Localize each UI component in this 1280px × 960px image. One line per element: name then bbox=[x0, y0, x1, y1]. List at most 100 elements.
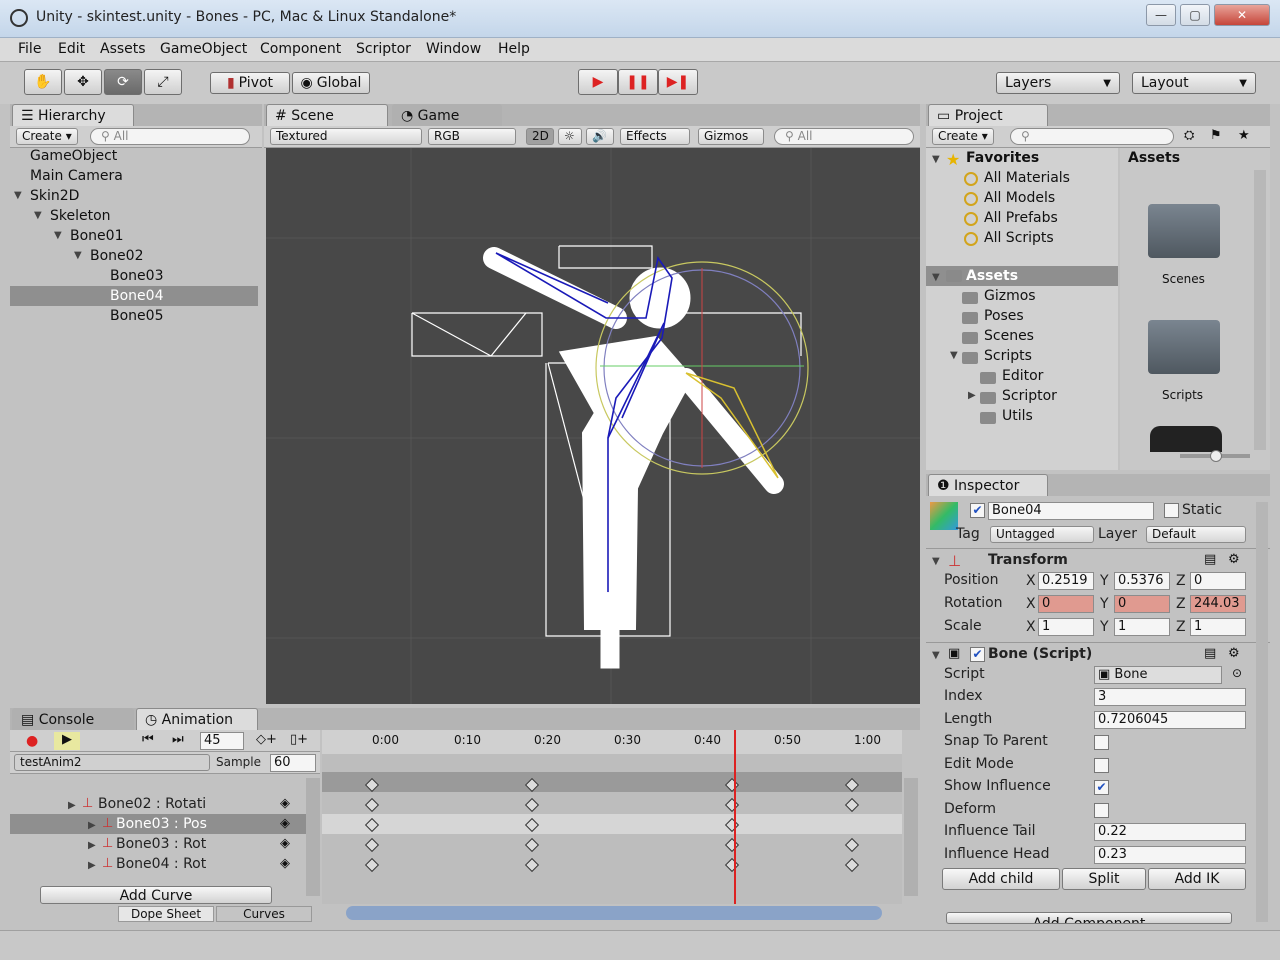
keyframe[interactable] bbox=[844, 797, 860, 813]
close-button[interactable]: ✕ bbox=[1214, 4, 1270, 26]
hierarchy-item[interactable]: Skeleton bbox=[50, 206, 111, 226]
layout-dropdown[interactable]: Layout ▼ bbox=[1132, 72, 1256, 94]
static-checkbox[interactable] bbox=[1164, 503, 1179, 518]
expand-arrow-icon[interactable]: ▶ bbox=[88, 840, 96, 851]
length-field[interactable]: 0.7206045 bbox=[1094, 711, 1246, 729]
tab-game[interactable]: ◔ Game bbox=[392, 104, 502, 126]
track-label-selected[interactable]: Bone03 : Pos bbox=[116, 816, 207, 832]
deform-checkbox[interactable] bbox=[1094, 803, 1109, 818]
dope-sheet-area[interactable] bbox=[322, 754, 902, 904]
add-keyframe-icon[interactable]: ◇+ bbox=[256, 732, 277, 747]
rotation-y-field[interactable]: 0 bbox=[1114, 595, 1170, 613]
rotate-tool-button[interactable]: ⟳ bbox=[104, 69, 142, 95]
scene-viewport[interactable] bbox=[266, 148, 920, 704]
hierarchy-item-selected[interactable]: Bone04 bbox=[110, 286, 163, 306]
position-x-field[interactable]: 0.2519 bbox=[1038, 572, 1094, 590]
hierarchy-item[interactable]: Bone02 bbox=[90, 246, 143, 266]
minimize-button[interactable]: — bbox=[1146, 4, 1176, 26]
rotation-z-field[interactable]: 244.03 bbox=[1190, 595, 1246, 613]
position-y-field[interactable]: 0.5376 bbox=[1114, 572, 1170, 590]
keyframe[interactable] bbox=[724, 837, 740, 853]
project-create-dropdown[interactable]: Create ▾ bbox=[932, 128, 994, 145]
index-field[interactable]: 3 bbox=[1094, 688, 1246, 706]
name-field[interactable]: Bone04 bbox=[988, 502, 1154, 520]
menu-component[interactable]: Component bbox=[260, 41, 341, 57]
sample-field[interactable]: 60 bbox=[270, 754, 316, 772]
layer-dropdown[interactable]: Default bbox=[1146, 526, 1246, 543]
keyframe[interactable] bbox=[524, 837, 540, 853]
expand-arrow-icon[interactable]: ▶ bbox=[968, 390, 976, 401]
frame-field[interactable]: 45 bbox=[200, 732, 244, 750]
tab-inspector[interactable]: ❶ Inspector bbox=[928, 474, 1048, 496]
keyframe[interactable] bbox=[844, 857, 860, 873]
hierarchy-item[interactable]: Main Camera bbox=[30, 166, 123, 186]
favorites-label[interactable]: Favorites bbox=[966, 148, 1039, 168]
edit-mode-checkbox[interactable] bbox=[1094, 758, 1109, 773]
keyframe[interactable] bbox=[724, 797, 740, 813]
folder-item[interactable]: Scripts bbox=[984, 346, 1032, 366]
tab-scene[interactable]: # Scene bbox=[266, 104, 388, 126]
expand-arrow-icon[interactable]: ▼ bbox=[14, 190, 22, 201]
hierarchy-item[interactable]: Bone01 bbox=[70, 226, 123, 246]
breadcrumb[interactable]: Assets bbox=[1128, 150, 1180, 166]
tab-animation[interactable]: ◷ Animation bbox=[136, 708, 258, 730]
favorite-item[interactable]: All Scripts bbox=[984, 228, 1054, 248]
folder-item[interactable]: Scenes bbox=[984, 326, 1034, 346]
asset-thumbnail[interactable] bbox=[1150, 426, 1222, 452]
grid-item-label[interactable]: Scenes bbox=[1162, 272, 1205, 286]
tag-icon[interactable]: ⚑ bbox=[1210, 128, 1222, 143]
bone-enabled-checkbox[interactable]: ✔ bbox=[970, 647, 985, 662]
keyframe[interactable] bbox=[524, 797, 540, 813]
effects-dropdown[interactable]: Effects bbox=[620, 128, 690, 145]
expand-arrow-icon[interactable]: ▼ bbox=[932, 556, 940, 567]
tab-project[interactable]: ▭ Project bbox=[928, 104, 1048, 126]
keyframe[interactable] bbox=[364, 837, 380, 853]
help-book-icon[interactable]: ▤ bbox=[1204, 646, 1216, 661]
record-button[interactable]: ● bbox=[26, 733, 38, 749]
menu-gameobject[interactable]: GameObject bbox=[160, 41, 247, 57]
folder-item[interactable]: Editor bbox=[1002, 366, 1043, 386]
move-tool-button[interactable]: ✥ bbox=[64, 69, 102, 95]
track-label[interactable]: Bone03 : Rot bbox=[116, 836, 206, 852]
favorite-item[interactable]: All Materials bbox=[984, 168, 1070, 188]
script-field[interactable]: ▣ Bone bbox=[1094, 666, 1222, 684]
folder-item[interactable]: Poses bbox=[984, 306, 1024, 326]
keyframe[interactable] bbox=[364, 857, 380, 873]
keyframe-toggle-icon[interactable]: ◈ bbox=[280, 796, 290, 811]
step-button[interactable]: ▶❚ bbox=[658, 69, 698, 95]
scale-x-field[interactable]: 1 bbox=[1038, 618, 1094, 636]
split-button[interactable]: Split bbox=[1062, 868, 1146, 890]
favorite-item[interactable]: All Prefabs bbox=[984, 208, 1058, 228]
pivot-toggle[interactable]: ▮ Pivot bbox=[210, 72, 290, 94]
render-mode-dropdown[interactable]: RGB bbox=[428, 128, 516, 145]
dope-sheet-tab[interactable]: Dope Sheet bbox=[118, 906, 214, 922]
scale-y-field[interactable]: 1 bbox=[1114, 618, 1170, 636]
global-toggle[interactable]: ◉ Global bbox=[292, 72, 370, 94]
tab-console[interactable]: ▤ Console bbox=[12, 708, 134, 730]
project-scrollbar[interactable] bbox=[1254, 170, 1266, 450]
influence-head-field[interactable]: 0.23 bbox=[1094, 846, 1246, 864]
2d-toggle[interactable]: 2D bbox=[526, 128, 554, 145]
favorite-item[interactable]: All Models bbox=[984, 188, 1055, 208]
expand-arrow-icon[interactable]: ▼ bbox=[54, 230, 62, 241]
expand-arrow-icon[interactable]: ▼ bbox=[74, 250, 82, 261]
expand-arrow-icon[interactable]: ▼ bbox=[950, 350, 958, 361]
keyframe[interactable] bbox=[844, 837, 860, 853]
preview-play-button[interactable]: ▶ bbox=[54, 732, 80, 750]
clip-dropdown[interactable]: testAnim2 bbox=[14, 754, 210, 771]
expand-arrow-icon[interactable]: ▼ bbox=[932, 272, 940, 283]
scale-z-field[interactable]: 1 bbox=[1190, 618, 1246, 636]
tag-dropdown[interactable]: Untagged bbox=[990, 526, 1094, 543]
keyframe-toggle-icon[interactable]: ◈ bbox=[280, 836, 290, 851]
track-label[interactable]: Bone02 : Rotati bbox=[98, 796, 206, 812]
rotation-x-field[interactable]: 0 bbox=[1038, 595, 1094, 613]
timeline-vscrollbar[interactable] bbox=[904, 778, 918, 896]
timeline-hscrollbar[interactable] bbox=[346, 906, 882, 920]
grid-item-label[interactable]: Scripts bbox=[1162, 388, 1203, 402]
object-picker-icon[interactable]: ⊙ bbox=[1232, 666, 1242, 680]
menu-window[interactable]: Window bbox=[426, 41, 481, 57]
lighting-toggle[interactable]: ☼ bbox=[558, 128, 582, 145]
active-checkbox[interactable]: ✔ bbox=[970, 503, 985, 518]
help-book-icon[interactable]: ▤ bbox=[1204, 552, 1216, 567]
hierarchy-item[interactable]: Bone03 bbox=[110, 266, 163, 286]
